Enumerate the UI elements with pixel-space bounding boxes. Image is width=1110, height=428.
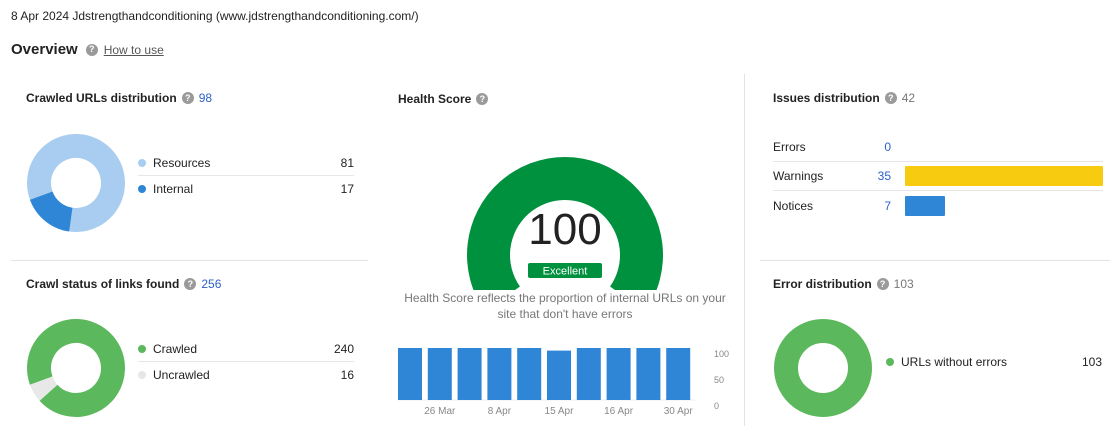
legend-dot [138, 185, 146, 193]
issue-bar-notices [905, 195, 945, 216]
legend-item-uncrawled[interactable]: Uncrawled 16 [138, 362, 354, 388]
legend-dot [138, 158, 146, 167]
crawled-urls-legend: Resources 81 Internal 17 [138, 150, 354, 202]
how-to-use-link[interactable]: How to use [104, 43, 164, 57]
y-tick-label: 100 [714, 349, 729, 359]
y-tick-label: 0 [714, 401, 719, 411]
legend-item-crawled[interactable]: Crawled 240 [138, 336, 354, 362]
health-score-value: 100 [528, 205, 601, 254]
overview-header: Overview ? How to use [11, 41, 164, 58]
crawl-status-donut[interactable] [26, 318, 126, 418]
health-score-gauge: 100 Excellent [467, 156, 663, 290]
x-tick-label: 8 Apr [488, 406, 512, 417]
issue-row-warnings[interactable]: Warnings 35 [773, 162, 1103, 191]
issue-bar-track [891, 195, 1103, 216]
page-title: Overview [11, 41, 78, 58]
history-bar[interactable] [666, 348, 691, 400]
error-distribution-donut[interactable] [773, 318, 873, 418]
history-bar[interactable] [576, 348, 601, 400]
help-icon[interactable]: ? [876, 278, 889, 290]
issue-bar-warnings [905, 166, 1103, 186]
help-icon[interactable]: ? [184, 278, 197, 290]
x-tick-label: 16 Apr [604, 406, 634, 417]
crawl-status-legend: Crawled 240 Uncrawled 16 [138, 336, 354, 388]
help-icon[interactable]: ? [884, 92, 897, 104]
issue-bar-track [891, 166, 1103, 186]
donut-slice-urls-without-errors[interactable] [774, 319, 872, 417]
issues-distribution-title: Issues distribution ? 42 [773, 91, 916, 105]
issues-table: Errors 0 Warnings 35 Notices 7 [773, 133, 1103, 220]
donut-slice-crawled[interactable] [26, 319, 125, 417]
crawl-status-count[interactable]: 256 [201, 277, 221, 291]
crawl-status-title: Crawl status of links found ? 256 [26, 277, 222, 291]
history-bar[interactable] [636, 348, 661, 400]
history-bar[interactable] [547, 350, 571, 400]
y-tick-label: 50 [714, 375, 724, 385]
error-distribution-count: 103 [893, 277, 914, 291]
legend-item-resources[interactable]: Resources 81 [138, 150, 354, 176]
error-distribution-title: Error distribution ? 103 [773, 277, 914, 291]
help-icon[interactable]: ? [181, 92, 194, 104]
health-score-history-chart[interactable]: 26 Mar 8 Apr 15 Apr 16 Apr 30 Apr 100 50 0 [392, 342, 742, 426]
crawled-urls-count[interactable]: 98 [199, 91, 212, 105]
help-icon[interactable]: ? [476, 93, 489, 105]
divider [744, 74, 745, 426]
issue-row-notices[interactable]: Notices 7 [773, 191, 1103, 220]
x-tick-label: 30 Apr [664, 406, 694, 417]
legend-dot [886, 358, 894, 366]
legend-dot [138, 344, 146, 353]
history-bar[interactable] [606, 348, 631, 400]
health-score-badge-label: Excellent [543, 266, 588, 278]
health-score-description: Health Score reflects the proportion of … [404, 291, 726, 321]
issue-bar-track [891, 137, 1103, 157]
legend-item-internal[interactable]: Internal 17 [138, 176, 354, 202]
crawled-urls-donut[interactable] [26, 133, 126, 233]
issue-row-errors[interactable]: Errors 0 [773, 133, 1103, 162]
legend-item-urls-without-errors[interactable]: URLs without errors 103 [886, 349, 1102, 375]
x-tick-label: 15 Apr [545, 406, 575, 417]
x-tick-label: 26 Mar [424, 406, 456, 417]
divider [11, 260, 368, 261]
history-bar[interactable] [517, 348, 542, 400]
history-bar[interactable] [487, 348, 512, 400]
error-distribution-legend: URLs without errors 103 [886, 349, 1102, 375]
history-bar[interactable] [457, 348, 482, 400]
crawled-urls-title: Crawled URLs distribution ? 98 [26, 91, 213, 105]
divider [760, 260, 1110, 261]
legend-dot [138, 371, 146, 379]
history-bar[interactable] [398, 348, 422, 400]
health-score-title: Health Score ? [398, 92, 489, 106]
issues-count: 42 [901, 91, 916, 105]
history-bar[interactable] [427, 348, 452, 400]
help-icon[interactable]: ? [85, 43, 98, 56]
crawl-info: 8 Apr 2024 Jdstrengthandconditioning (ww… [11, 9, 419, 23]
